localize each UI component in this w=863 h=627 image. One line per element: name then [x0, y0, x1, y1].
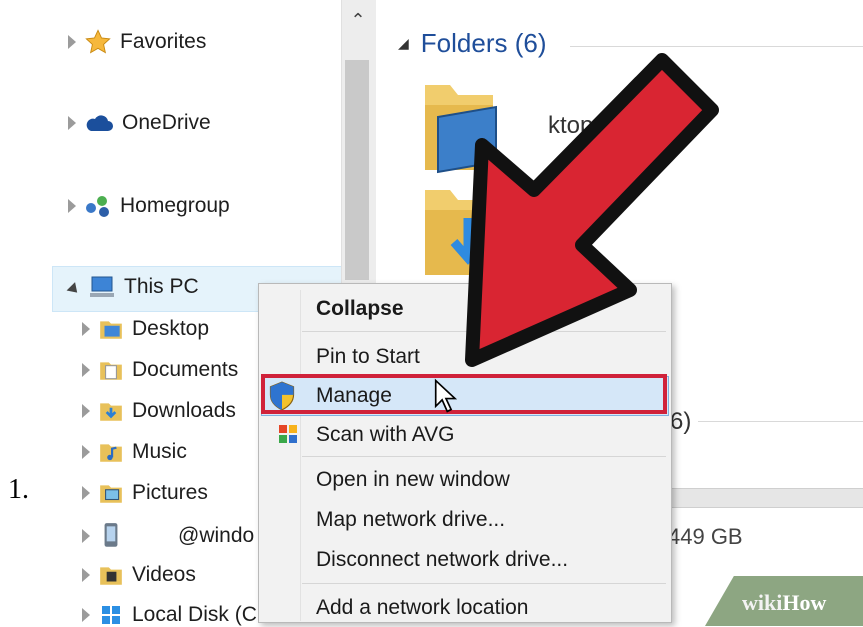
expand-arrow-icon[interactable]	[82, 486, 90, 500]
menu-item-add-network-location[interactable]: Add a network location	[316, 596, 528, 620]
expand-arrow-icon[interactable]	[68, 35, 76, 49]
nav-music[interactable]: Music	[82, 439, 187, 465]
music-folder-icon	[100, 444, 122, 462]
nav-network-device-label: @windo	[178, 524, 255, 547]
nav-local-disk-label: Local Disk (C	[132, 603, 257, 626]
expand-arrow-icon[interactable]	[82, 529, 90, 543]
expand-arrow-icon[interactable]	[82, 608, 90, 622]
nav-homegroup-label: Homegroup	[120, 194, 230, 217]
pictures-folder-icon	[100, 485, 122, 503]
drive-free-space: 449 GB	[668, 524, 743, 549]
menu-item-open-new-window[interactable]: Open in new window	[316, 468, 510, 492]
nav-onedrive[interactable]: OneDrive	[68, 111, 211, 135]
annotation-arrow-icon	[465, 53, 719, 367]
windows-drive-icon	[102, 606, 120, 624]
nav-desktop-label: Desktop	[132, 317, 210, 340]
nav-network-device[interactable]: @windo	[82, 521, 254, 551]
nav-local-disk[interactable]: Local Disk (C	[82, 603, 257, 627]
nav-pictures-label: Pictures	[132, 481, 208, 504]
star-icon	[85, 29, 111, 54]
scroll-up-icon[interactable]: ⌃	[341, 10, 375, 31]
nav-desktop[interactable]: Desktop	[82, 316, 209, 342]
wikihow-watermark-part2: How	[782, 590, 827, 615]
downloads-folder-icon	[100, 403, 122, 421]
wikihow-watermark: wikiHow	[742, 590, 826, 616]
nav-downloads[interactable]: Downloads	[82, 398, 236, 424]
nav-favorites-label: Favorites	[120, 30, 207, 53]
avg-icon	[279, 425, 297, 443]
step-number: 1.	[8, 474, 29, 505]
menu-item-collapse[interactable]: Collapse	[316, 297, 404, 321]
videos-folder-icon	[100, 567, 122, 585]
menu-item-pin-to-start[interactable]: Pin to Start	[316, 345, 420, 369]
documents-folder-icon	[100, 362, 122, 380]
collapse-arrow-icon[interactable]	[66, 281, 82, 297]
menu-separator	[302, 583, 666, 584]
nav-this-pc[interactable]: This PC	[66, 275, 199, 299]
nav-onedrive-label: OneDrive	[122, 111, 211, 134]
nav-this-pc-label: This PC	[124, 275, 199, 298]
phone-icon	[104, 523, 118, 547]
menu-gutter-divider	[300, 290, 301, 621]
collapse-group-icon[interactable]: ◢	[398, 35, 409, 52]
nav-documents-label: Documents	[132, 358, 239, 381]
expand-arrow-icon[interactable]	[82, 322, 90, 336]
expand-arrow-icon[interactable]	[68, 199, 76, 213]
nav-homegroup[interactable]: Homegroup	[68, 193, 230, 219]
devices-heading-partial: 6)	[670, 408, 692, 435]
nav-videos-label: Videos	[132, 563, 196, 586]
devices-divider	[698, 421, 863, 422]
homegroup-icon	[86, 196, 109, 217]
nav-videos[interactable]: Videos	[82, 562, 196, 588]
nav-documents[interactable]: Documents	[82, 357, 238, 383]
expand-arrow-icon[interactable]	[68, 116, 76, 130]
menu-separator	[302, 456, 666, 457]
expand-arrow-icon[interactable]	[82, 445, 90, 459]
wikihow-watermark-part1: wiki	[742, 590, 783, 615]
menu-item-map-network-drive[interactable]: Map network drive...	[316, 508, 505, 532]
nav-music-label: Music	[132, 440, 187, 463]
expand-arrow-icon[interactable]	[82, 404, 90, 418]
cloud-icon	[86, 115, 113, 131]
menu-item-scan-with-avg[interactable]: Scan with AVG	[316, 423, 455, 447]
menu-item-disconnect-network-drive[interactable]: Disconnect network drive...	[316, 548, 568, 572]
nav-downloads-label: Downloads	[132, 399, 236, 422]
nav-favorites[interactable]: Favorites	[68, 28, 206, 56]
drive-usage-bar	[665, 488, 863, 508]
mouse-cursor-icon	[434, 378, 458, 413]
computer-icon	[90, 276, 114, 297]
nav-pictures[interactable]: Pictures	[82, 480, 208, 506]
desktop-folder-icon	[100, 321, 122, 339]
expand-arrow-icon[interactable]	[82, 363, 90, 377]
expand-arrow-icon[interactable]	[82, 568, 90, 582]
manage-emphasis-box	[261, 374, 667, 414]
scrollbar-thumb[interactable]	[345, 60, 369, 280]
